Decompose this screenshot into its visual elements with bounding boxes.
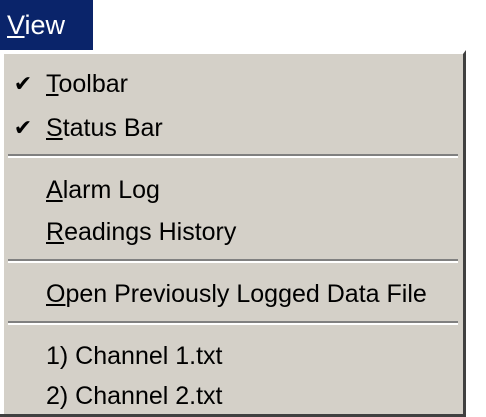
- checkmark-icon: ✔: [13, 71, 33, 96]
- menu-item-alarm-log[interactable]: Alarm Log: [12, 170, 452, 210]
- menu-separator: [8, 259, 458, 263]
- menu-item-status-bar[interactable]: ✔ Status Bar: [12, 108, 452, 148]
- mnemonic-letter: S: [46, 114, 63, 142]
- label-rest: eadings History: [64, 218, 237, 246]
- menu-separator: [8, 321, 458, 325]
- menu-item-open-logged-data-file[interactable]: Open Previously Logged Data File: [12, 274, 452, 314]
- menu-item-recent-file-2[interactable]: 2) Channel 2.txt: [12, 376, 452, 416]
- view-menu-title[interactable]: View: [0, 0, 93, 50]
- mnemonic-letter: A: [46, 176, 63, 204]
- view-dropdown-menu: ✔ Toolbar ✔ Status Bar Alarm Log Reading…: [0, 50, 466, 417]
- menu-item-label: 1) Channel 1.txt: [46, 342, 223, 370]
- view-menu-title-rest: iew: [24, 10, 66, 40]
- label-rest: tatus Bar: [62, 114, 163, 142]
- label-rest: pen Previously Logged Data File: [65, 280, 427, 308]
- mnemonic-letter: T: [46, 70, 59, 98]
- label-rest: oolbar: [58, 70, 129, 98]
- mnemonic-letter: R: [46, 218, 65, 246]
- label-rest: larm Log: [62, 176, 160, 204]
- mnemonic-letter: O: [46, 280, 66, 308]
- menu-item-readings-history[interactable]: Readings History: [12, 212, 452, 252]
- menubar-background: [93, 0, 486, 50]
- menu-item-toolbar[interactable]: ✔ Toolbar: [12, 64, 452, 104]
- checkmark-icon: ✔: [13, 115, 33, 140]
- menu-item-recent-file-1[interactable]: 1) Channel 1.txt: [12, 336, 452, 376]
- menu-item-label: Open Previously Logged Data File: [46, 274, 427, 314]
- menu-item-label: Alarm Log: [46, 170, 160, 210]
- menu-separator: [8, 154, 458, 158]
- view-menu-mnemonic: V: [7, 10, 25, 40]
- menu-item-label: Readings History: [46, 212, 236, 252]
- menu-item-label: 2) Channel 2.txt: [46, 382, 223, 410]
- menu-item-label: Status Bar: [46, 108, 163, 148]
- menu-item-label: Toolbar: [46, 64, 128, 104]
